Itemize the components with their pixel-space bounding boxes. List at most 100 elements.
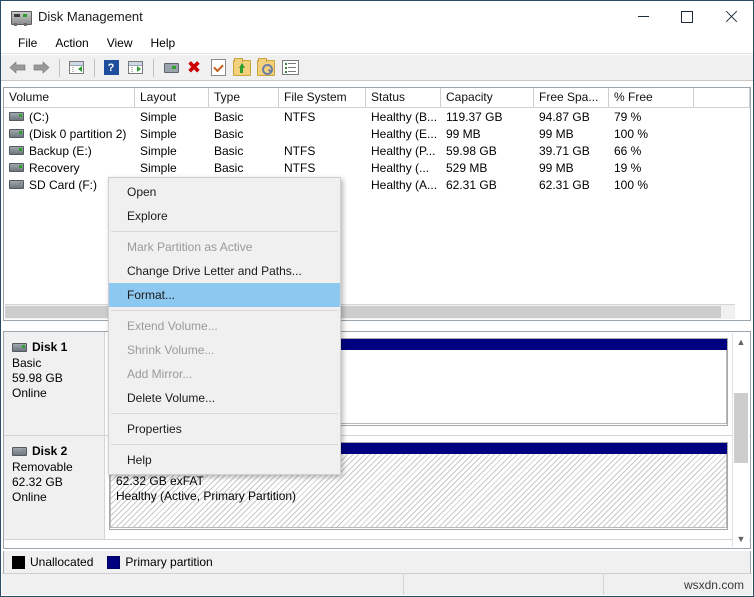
menu-item-open[interactable]: Open [109, 180, 340, 204]
menu-item-extend-volume: Extend Volume... [109, 314, 340, 338]
find-button[interactable] [255, 57, 277, 79]
disk-1-info[interactable]: Disk 1 Basic 59.98 GB Online [4, 332, 105, 435]
up-one-level-button[interactable] [65, 57, 87, 79]
status-section-1 [2, 574, 404, 595]
properties-button[interactable] [207, 57, 229, 79]
disk-drive-icon [10, 8, 32, 26]
cell-percent-free: 100 % [609, 178, 694, 192]
minimize-button[interactable] [621, 1, 665, 32]
volume-icon [9, 112, 24, 121]
cell-free-space: 62.31 GB [534, 178, 609, 192]
table-row[interactable]: Backup (E:) Simple Basic NTFS Healthy (P… [4, 142, 750, 159]
volume-icon [9, 163, 24, 172]
close-button[interactable] [709, 1, 753, 32]
menu-item-delete-volume[interactable]: Delete Volume... [109, 386, 340, 410]
column-header-percent-free[interactable]: % Free [609, 88, 694, 107]
legend-item-unallocated: Unallocated [12, 555, 93, 569]
cell-volume: (Disk 0 partition 2) [29, 127, 126, 141]
disk-2-info[interactable]: Disk 2 Removable 62.32 GB Online [4, 436, 105, 539]
column-header-status[interactable]: Status [366, 88, 441, 107]
disk-1-state: Online [12, 386, 104, 401]
delete-button[interactable]: ✖ [183, 57, 205, 79]
up-one-level-icon [69, 61, 84, 74]
volume-icon [9, 129, 24, 138]
table-row[interactable]: Recovery Simple Basic NTFS Healthy (... … [4, 159, 750, 176]
back-arrow-icon [9, 61, 26, 74]
forward-arrow-icon [33, 61, 50, 74]
detail-view-icon [282, 60, 299, 75]
cell-free-space: 39.71 GB [534, 144, 609, 158]
status-section-2 [404, 574, 604, 595]
cell-volume: SD Card (F:) [29, 178, 97, 192]
toolbar-separator [59, 59, 60, 77]
disk-2-size: 62.32 GB [12, 475, 104, 490]
export-list-button[interactable] [231, 57, 253, 79]
export-list-icon [233, 60, 251, 76]
rescan-disks-icon [162, 62, 179, 73]
scroll-down-arrow-icon[interactable]: ▼ [733, 530, 749, 547]
watermark: wsxdn.com [604, 574, 752, 595]
forward-button[interactable] [30, 57, 52, 79]
toolbar-separator [153, 59, 154, 77]
menu-item-help[interactable]: Help [109, 448, 340, 472]
legend-item-primary-partition: Primary partition [107, 555, 212, 569]
cell-volume: Backup (E:) [29, 144, 92, 158]
cell-type: Basic [209, 161, 279, 175]
cell-free-space: 99 MB [534, 161, 609, 175]
column-header-free-space[interactable]: Free Spa... [534, 88, 609, 107]
cell-volume: Recovery [29, 161, 80, 175]
cell-free-space: 99 MB [534, 127, 609, 141]
disk-management-window: Disk Management File Action View Help [0, 0, 754, 597]
rescan-disks-button[interactable] [159, 57, 181, 79]
menu-item-change-drive-letter-and-paths[interactable]: Change Drive Letter and Paths... [109, 259, 340, 283]
disk-2-type: Removable [12, 460, 104, 475]
menu-item-properties[interactable]: Properties [109, 417, 340, 441]
legend-swatch-primary-partition [107, 556, 120, 569]
help-button[interactable]: ? [100, 57, 122, 79]
legend-label-primary-partition: Primary partition [125, 555, 212, 569]
menu-item-explore[interactable]: Explore [109, 204, 340, 228]
legend-swatch-unallocated [12, 556, 25, 569]
column-header-file-system[interactable]: File System [279, 88, 366, 107]
column-header-capacity[interactable]: Capacity [441, 88, 534, 107]
table-row[interactable]: (Disk 0 partition 2) Simple Basic Health… [4, 125, 750, 142]
cell-layout: Simple [135, 110, 209, 124]
table-row[interactable]: (C:) Simple Basic NTFS Healthy (B... 119… [4, 108, 750, 125]
cell-type: Basic [209, 110, 279, 124]
show-console-tree-icon [128, 61, 143, 74]
window-controls [621, 1, 753, 32]
column-header-type[interactable]: Type [209, 88, 279, 107]
menu-action[interactable]: Action [46, 34, 97, 52]
disk-2-partition-status: Healthy (Active, Primary Partition) [116, 489, 726, 504]
show-console-tree-button[interactable] [124, 57, 146, 79]
menu-view[interactable]: View [98, 34, 142, 52]
menu-help[interactable]: Help [142, 34, 185, 52]
cell-percent-free: 79 % [609, 110, 694, 124]
disk-pane-vertical-scrollbar[interactable]: ▲ ▼ [732, 333, 749, 547]
delete-icon: ✖ [187, 61, 201, 75]
column-header-layout[interactable]: Layout [135, 88, 209, 107]
column-header-filler [694, 88, 750, 107]
maximize-button[interactable] [665, 1, 709, 32]
cell-percent-free: 66 % [609, 144, 694, 158]
context-menu: Open Explore Mark Partition as Active Ch… [108, 177, 341, 475]
disk-1-size: 59.98 GB [12, 371, 104, 386]
column-header-volume[interactable]: Volume [4, 88, 135, 107]
cell-free-space: 94.87 GB [534, 110, 609, 124]
cell-capacity: 99 MB [441, 127, 534, 141]
cell-status: Healthy (A... [366, 178, 441, 192]
cell-file-system: NTFS [279, 110, 366, 124]
disk-1-type: Basic [12, 356, 104, 371]
scrollbar-thumb[interactable] [734, 393, 748, 463]
window-title: Disk Management [38, 9, 143, 24]
menu-item-format[interactable]: Format... [109, 283, 340, 307]
cell-layout: Simple [135, 144, 209, 158]
menu-separator [111, 444, 338, 445]
scroll-up-arrow-icon[interactable]: ▲ [733, 333, 749, 350]
help-icon: ? [104, 60, 119, 75]
menu-file[interactable]: File [9, 34, 46, 52]
cell-status: Healthy (B... [366, 110, 441, 124]
disk-2-partition-size: 62.32 GB exFAT [116, 474, 726, 489]
back-button[interactable] [6, 57, 28, 79]
detail-view-button[interactable] [279, 57, 301, 79]
